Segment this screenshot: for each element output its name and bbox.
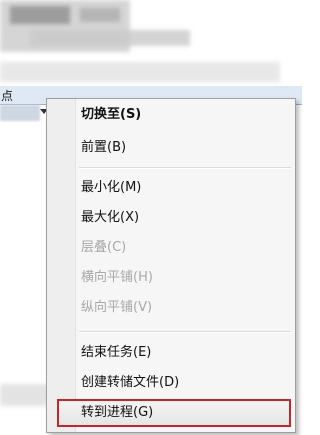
menu-item-maximize[interactable]: 最大化(X)	[81, 207, 139, 229]
menu-item-switch-to[interactable]: 切换至(S)	[81, 104, 141, 126]
menu-separator	[79, 167, 291, 169]
menu-icon-gutter	[47, 99, 76, 432]
menu-item-cascade: 层叠(C)	[81, 240, 127, 255]
selected-list-row[interactable]	[0, 105, 40, 121]
menu-item-minimize[interactable]: 最小化(M)	[81, 177, 141, 199]
blurred-subtitle-text	[30, 30, 190, 46]
blurred-toolbar	[0, 62, 280, 82]
column-header-label: 点	[1, 89, 14, 103]
menu-item-bring-to-front[interactable]: 前置(B)	[81, 137, 126, 159]
menu-item-go-to-process[interactable]: 转到进程(G)	[81, 402, 153, 424]
menu-item-end-task[interactable]: 结束任务(E)	[81, 342, 151, 364]
blurred-app-icon	[10, 6, 70, 24]
context-menu: 切换至(S) 前置(B) 最小化(M) 最大化(X) 层叠(C) 横向平铺(H)…	[46, 98, 296, 433]
blurred-title-text	[80, 8, 120, 22]
menu-item-tile-horizontal: 横向平铺(H)	[81, 270, 153, 285]
menu-item-tile-vertical: 纵向平铺(V)	[81, 300, 153, 315]
menu-item-create-dump-file[interactable]: 创建转储文件(D)	[81, 372, 179, 394]
menu-separator	[79, 331, 291, 333]
